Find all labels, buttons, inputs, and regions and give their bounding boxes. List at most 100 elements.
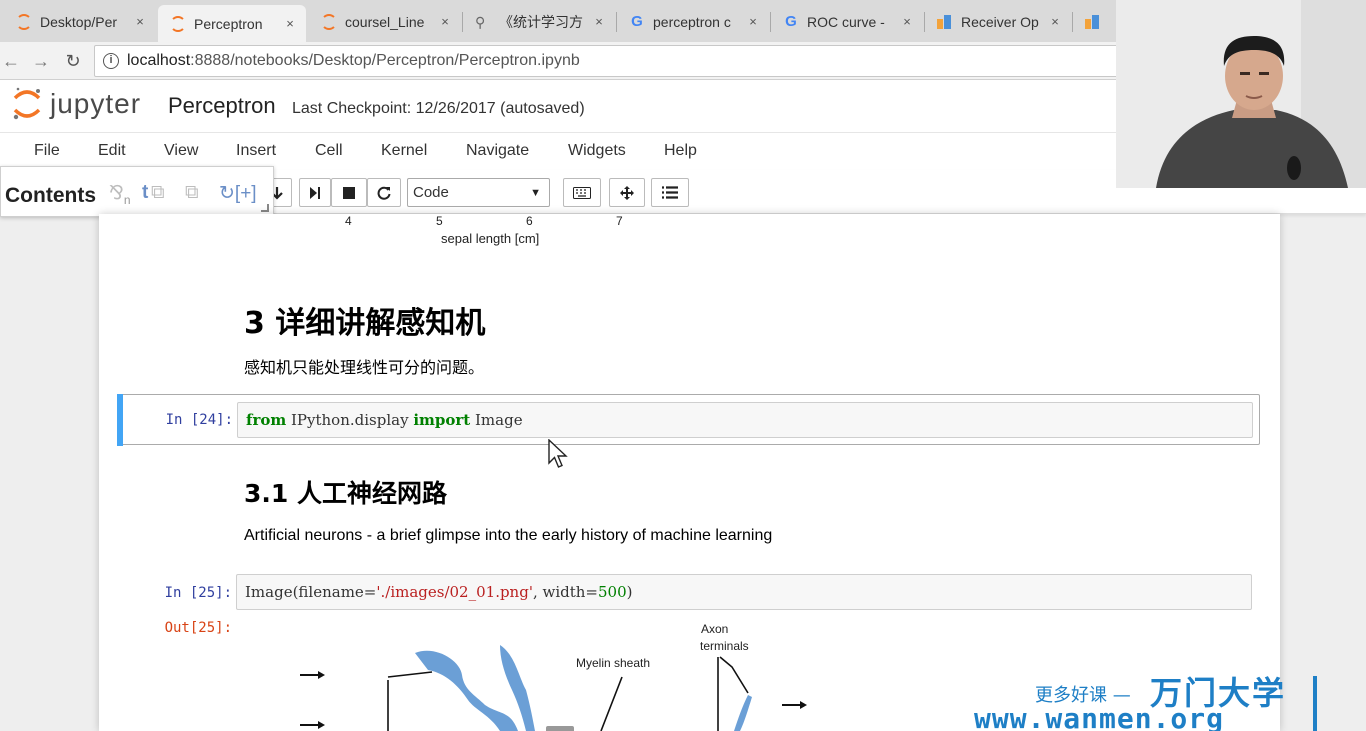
browser-tab-3[interactable]: coursel_Line ×	[309, 5, 461, 38]
reload-icon[interactable]: ↻	[62, 50, 84, 72]
restart-kernel-button[interactable]	[367, 178, 401, 207]
close-tab-icon[interactable]: ×	[439, 14, 451, 29]
figure-label-myelin: Myelin sheath	[576, 656, 651, 670]
menu-widgets[interactable]: Widgets	[568, 142, 626, 160]
refresh-icon	[377, 186, 391, 200]
toc-number-icon[interactable]: ⅋n	[109, 182, 131, 207]
browser-tab-7[interactable]: Receiver Op ×	[925, 5, 1071, 38]
google-favicon-icon: G	[785, 12, 797, 30]
input-prompt: In [24]:	[165, 412, 233, 428]
neuron-diagram-image	[300, 645, 807, 731]
section-heading: 3 详细讲解感知机	[244, 306, 486, 341]
browser-tab-5[interactable]: G perceptron c ×	[617, 5, 769, 38]
figure-label-terminals: terminals	[700, 639, 749, 653]
move-selection-button[interactable]	[609, 178, 645, 207]
menu-edit[interactable]: Edit	[98, 142, 126, 160]
forward-arrow-icon[interactable]: →	[30, 50, 52, 72]
input-prompt: In [25]:	[164, 585, 232, 601]
menu-view[interactable]: View	[164, 142, 198, 160]
arrows-move-icon	[620, 185, 634, 200]
cell-type-select[interactable]: Code ▼	[407, 178, 550, 207]
browser-tab-1[interactable]: Desktop/Per ×	[4, 5, 156, 38]
close-tab-icon[interactable]: ×	[134, 14, 146, 29]
toc-title: Contents	[5, 184, 96, 207]
resize-handle-icon[interactable]	[261, 204, 269, 212]
site-info-icon[interactable]: i	[103, 53, 119, 69]
axis-tick: 7	[616, 214, 623, 228]
close-tab-icon[interactable]: ×	[1049, 14, 1061, 29]
browser-tab-6[interactable]: G ROC curve - ×	[771, 5, 923, 38]
tab-title: coursel_Line	[345, 13, 425, 30]
checkpoint-status: Last Checkpoint: 12/26/2017 (autosaved)	[292, 100, 585, 117]
axis-tick: 4	[345, 214, 352, 228]
notebook-name[interactable]: Perceptron	[168, 93, 276, 119]
interrupt-button[interactable]	[331, 178, 367, 207]
axis-tick: 6	[526, 214, 533, 228]
tab-title: ROC curve -	[807, 13, 885, 30]
keyboard-icon	[573, 186, 591, 199]
menu-navigate[interactable]: Navigate	[466, 142, 529, 160]
back-arrow-icon[interactable]: ←	[0, 50, 22, 72]
address-bar[interactable]: i localhost:8888/notebooks/Desktop/Perce…	[94, 45, 1134, 77]
code-cell-24[interactable]: In [24]: from IPython.display import Ima…	[117, 394, 1260, 446]
code-call: Image(filename=	[245, 583, 377, 601]
tab-title: 《统计学习方	[499, 13, 583, 30]
tab-title: Perceptron	[194, 15, 263, 32]
close-tab-icon[interactable]: ×	[284, 16, 296, 31]
menu-kernel[interactable]: Kernel	[381, 142, 427, 160]
webcam-overlay	[1116, 0, 1366, 188]
keyword-import: import	[413, 411, 471, 429]
browser-tab-2-active[interactable]: Perceptron ×	[158, 5, 306, 42]
stop-icon	[343, 186, 355, 199]
keyword-from: from	[246, 411, 287, 429]
jupyter-logo-icon[interactable]	[12, 86, 42, 122]
toc-list-button[interactable]	[651, 178, 689, 207]
code-close: )	[626, 583, 633, 601]
bar-favicon-icon	[1085, 14, 1101, 30]
dropdown-caret-icon: ▼	[530, 187, 541, 199]
close-tab-icon[interactable]: ×	[593, 14, 605, 29]
copy-icon: ⧉	[151, 182, 165, 203]
mouse-cursor-icon	[548, 439, 568, 468]
tab-title: perceptron c	[653, 13, 731, 30]
book-favicon-icon: ⚲	[475, 13, 486, 30]
toc-panel[interactable]: Contents ⅋n t ⧉ ⧉ ↻[+]	[0, 166, 274, 217]
close-tab-icon[interactable]: ×	[901, 14, 913, 29]
watermark-url: www.wanmen.org	[974, 702, 1225, 731]
screen: Desktop/Per × Perceptron × coursel_Line …	[0, 0, 1366, 731]
menu-insert[interactable]: Insert	[236, 142, 276, 160]
refresh-toc-icon[interactable]: ↻[+]	[219, 182, 257, 205]
markdown-paragraph: Artificial neurons - a brief glimpse int…	[244, 527, 773, 544]
menu-cell[interactable]: Cell	[315, 142, 343, 160]
watermark-divider	[1313, 676, 1317, 731]
browser-tab-8[interactable]: R	[1073, 5, 1117, 38]
plot-xaxis-label: sepal length [cm]	[441, 231, 540, 246]
code-arg: , width=	[532, 583, 598, 601]
step-forward-icon	[310, 186, 320, 199]
code-input-25[interactable]: Image(filename='./images/02_01.png', wid…	[236, 574, 1252, 610]
url-path: :8888/notebooks/Desktop/Perceptron/Perce…	[190, 52, 580, 69]
code-module: IPython.display	[286, 411, 414, 429]
toc-cell-icon[interactable]: t	[142, 182, 148, 204]
browser-tab-4[interactable]: ⚲ 《统计学习方 ×	[463, 5, 615, 38]
presenter-video-image	[1116, 0, 1366, 188]
jupyter-favicon-icon	[321, 13, 337, 30]
menu-help[interactable]: Help	[664, 142, 697, 160]
markdown-paragraph: 感知机只能处理线性可分的问题。	[244, 360, 485, 377]
bar-favicon-icon	[937, 14, 953, 30]
code-string: './images/02_01.png'	[376, 583, 533, 601]
command-palette-button[interactable]	[563, 178, 601, 207]
menu-file[interactable]: File	[34, 142, 60, 160]
list-icon	[662, 186, 678, 199]
close-tab-icon[interactable]: ×	[747, 14, 759, 29]
code-name: Image	[470, 411, 523, 429]
run-button[interactable]	[299, 178, 331, 207]
jupyter-favicon-icon	[16, 13, 32, 30]
code-number: 500	[598, 583, 627, 601]
paste-icon: ⧉	[185, 182, 199, 203]
code-input-24[interactable]: from IPython.display import Image	[237, 402, 1253, 438]
cell-type-value: Code	[413, 184, 449, 201]
tab-title: Desktop/Per	[40, 13, 118, 30]
jupyter-wordmark: jupyter	[50, 88, 142, 119]
url-host: localhost	[127, 52, 191, 69]
